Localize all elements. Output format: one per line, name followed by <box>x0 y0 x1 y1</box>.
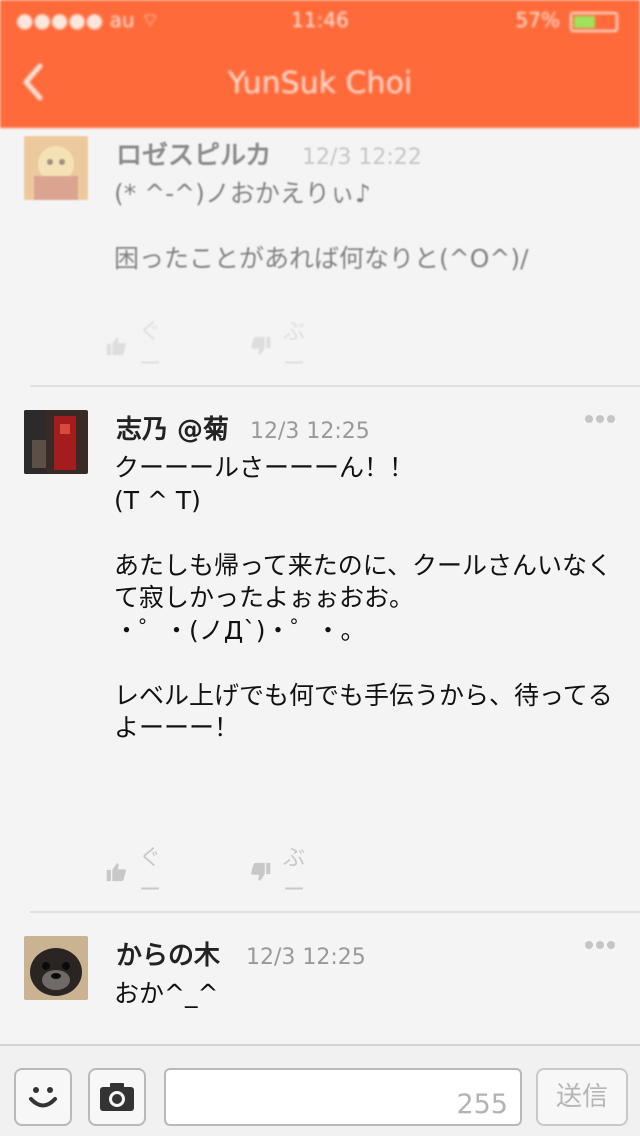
message-time: 12/3 12:25 <box>250 419 370 444</box>
like-label: ぐー <box>139 320 162 377</box>
status-bar: ●●●●● au ⌔ 11:46 57% <box>0 0 640 40</box>
camera-button[interactable] <box>88 1068 146 1126</box>
message-divider <box>30 385 640 387</box>
message-body: (* ^-^)ノおかえりぃ♪ 困ったことがあれば何なりと(^O^)/ <box>114 179 529 273</box>
battery-icon <box>570 12 618 32</box>
send-button[interactable]: 送信 <box>536 1068 628 1126</box>
avatar[interactable] <box>24 936 88 1000</box>
sender-name[interactable]: からの木 <box>116 938 220 974</box>
message-divider <box>30 911 640 913</box>
dislike-label: ぶー <box>283 320 306 377</box>
battery-percent: 57% <box>515 8 560 32</box>
dislike-label: ぶー <box>283 846 306 903</box>
char-count: 255 <box>456 1089 508 1120</box>
message-time: 12/3 12:22 <box>302 145 422 170</box>
thumbs-up-icon <box>106 863 126 882</box>
avatar[interactable] <box>24 136 88 200</box>
more-options-icon[interactable] <box>584 410 616 423</box>
thumbs-down-icon <box>251 336 271 355</box>
sender-name[interactable]: 志乃 @菊 <box>116 412 229 448</box>
message-item: 志乃 @菊 12/3 12:25 クーーールさーーーん！！ (T ^ T) あた… <box>0 396 640 910</box>
message-body: おか^_^ <box>114 979 219 1008</box>
smiley-icon <box>29 1087 57 1108</box>
camera-icon <box>100 1083 134 1111</box>
message-item: からの木 12/3 12:25 おか^_^ <box>0 922 640 1042</box>
message-item: ロゼスピルカ 12/3 12:22 (* ^-^)ノおかえりぃ♪ 困ったことがあ… <box>0 128 640 384</box>
message-time: 12/3 12:25 <box>246 945 366 970</box>
dislike-button[interactable]: ぶー <box>250 320 314 377</box>
app-screen: ●●●●● au ⌔ 11:46 57% YunSuk Choi ロゼスピルカ <box>0 0 640 1136</box>
thumbs-up-icon <box>106 337 126 356</box>
message-input[interactable]: 255 <box>164 1068 522 1126</box>
page-title: YunSuk Choi <box>227 66 413 101</box>
sender-name[interactable]: ロゼスピルカ <box>116 138 271 174</box>
composer-bar: 255 送信 <box>0 1044 640 1136</box>
thumbs-down-icon <box>251 862 271 881</box>
like-label: ぐー <box>139 846 162 903</box>
like-button[interactable]: ぐー <box>106 320 170 377</box>
like-button[interactable]: ぐー <box>106 846 170 903</box>
emoji-button[interactable] <box>14 1068 72 1126</box>
dislike-button[interactable]: ぶー <box>250 846 314 903</box>
navigation-header: ●●●●● au ⌔ 11:46 57% YunSuk Choi <box>0 0 640 128</box>
more-options-icon[interactable] <box>584 936 616 949</box>
message-body: クーーールさーーーん！！ (T ^ T) あたしも帰って来たのに、クールさんいな… <box>114 453 613 742</box>
avatar[interactable] <box>24 410 88 474</box>
